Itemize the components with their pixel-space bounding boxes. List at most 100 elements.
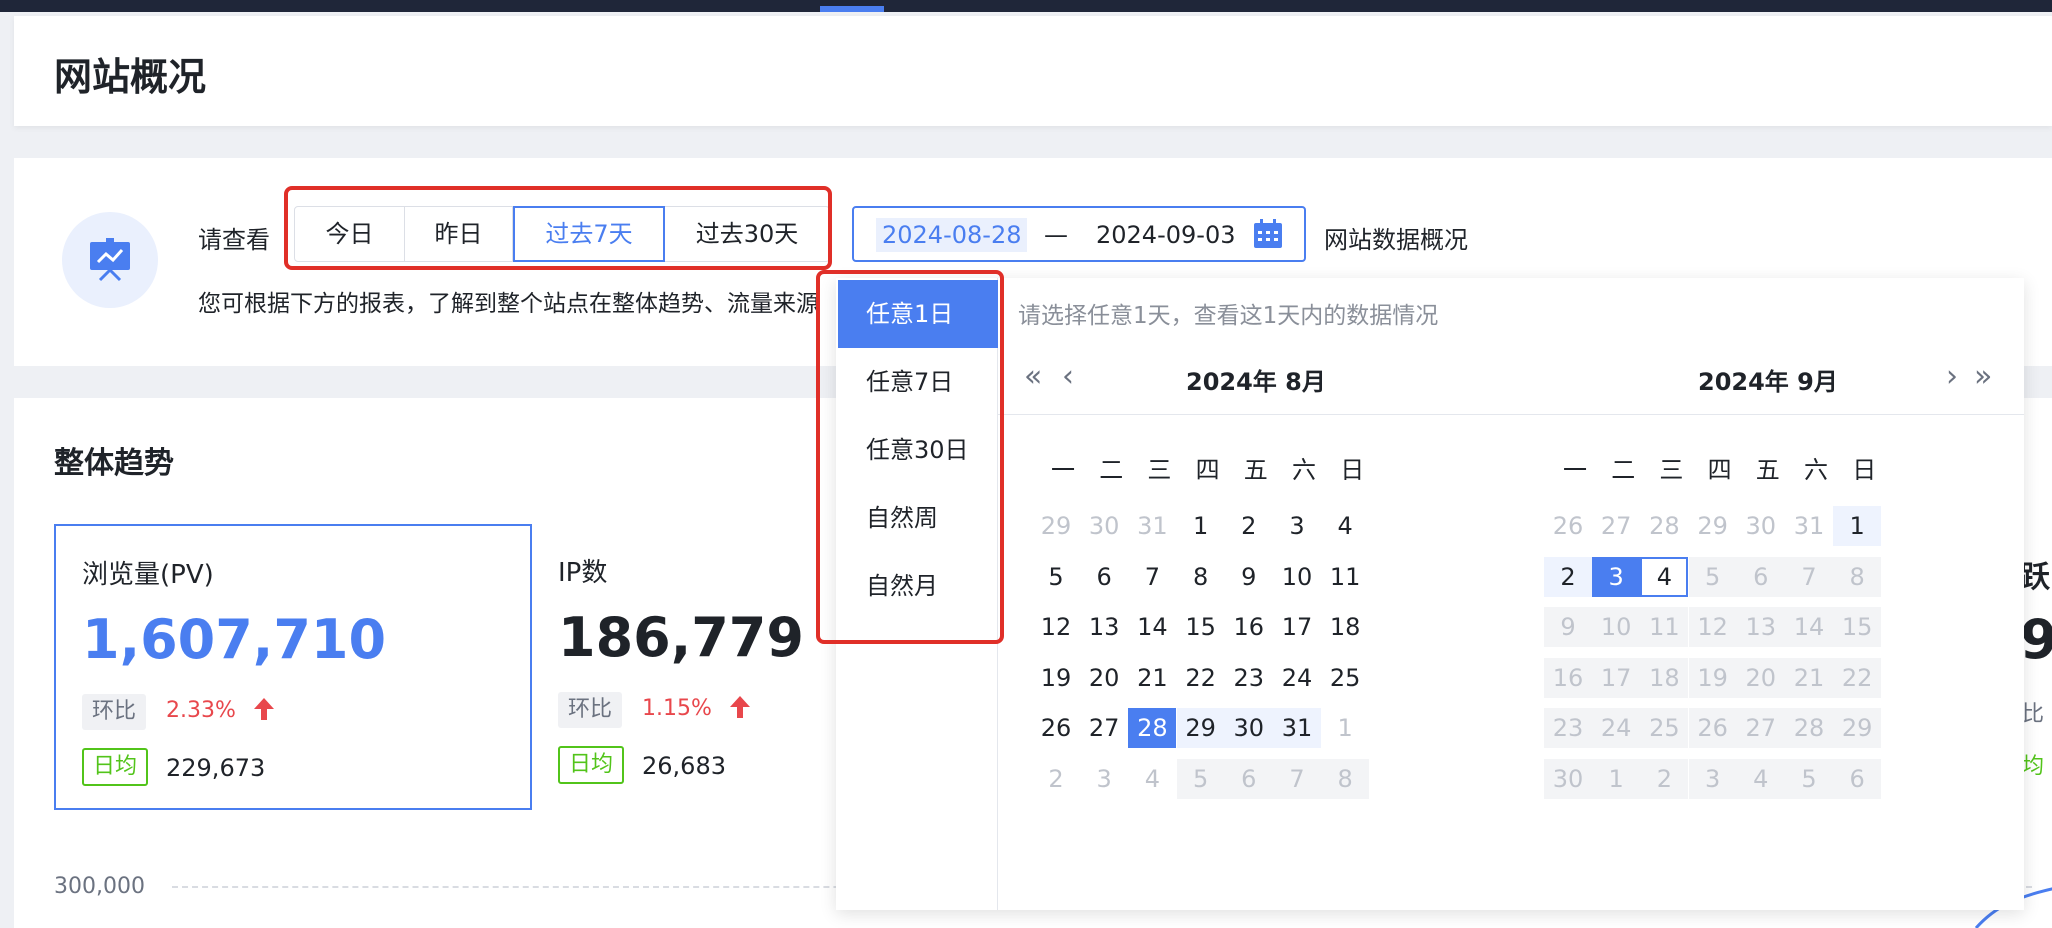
calendar-day[interactable]: 8 — [1321, 758, 1370, 799]
calendar-day[interactable]: 7 — [1273, 758, 1321, 799]
calendar-day[interactable]: 5 — [1785, 758, 1833, 799]
calendar-day[interactable]: 31 — [1128, 506, 1176, 546]
calendar-day[interactable]: 29 — [1032, 506, 1080, 546]
calendar-day[interactable]: 14 — [1128, 607, 1176, 647]
daily-avg-value: 26,683 — [642, 752, 726, 780]
calendar-icon[interactable] — [1252, 218, 1284, 250]
calendar-day[interactable]: 24 — [1592, 708, 1641, 748]
calendar-day[interactable]: 4 — [1321, 506, 1369, 546]
calendar-day[interactable]: 5 — [1688, 556, 1737, 597]
calendar-day[interactable]: 19 — [1688, 657, 1737, 698]
calendar-day[interactable]: 9 — [1544, 607, 1592, 647]
calendar-day[interactable]: 28 — [1128, 708, 1177, 748]
calendar-day[interactable]: 12 — [1688, 607, 1737, 647]
prev-year-icon[interactable]: « — [1024, 362, 1042, 392]
calendar-day[interactable]: 5 — [1176, 758, 1225, 799]
calendar-day[interactable]: 2 — [1544, 556, 1592, 597]
calendar-day[interactable]: 12 — [1032, 607, 1080, 647]
calendar-day[interactable]: 18 — [1640, 657, 1689, 698]
calendar-day[interactable]: 1 — [1833, 506, 1882, 546]
calendar-day[interactable]: 30 — [1544, 758, 1592, 799]
calendar-day[interactable]: 20 — [1080, 658, 1128, 698]
calendar-day[interactable]: 21 — [1128, 658, 1176, 698]
calendar-day[interactable]: 29 — [1833, 708, 1882, 748]
calendar-day[interactable]: 5 — [1032, 557, 1080, 597]
prev-month-icon[interactable]: ‹ — [1062, 362, 1074, 392]
calendar-day[interactable]: 17 — [1592, 657, 1641, 698]
calendar-day[interactable]: 13 — [1736, 607, 1785, 647]
calendar-day[interactable]: 20 — [1736, 657, 1785, 698]
calendar-day[interactable]: 29 — [1176, 708, 1225, 748]
top-nav-bar — [0, 0, 2052, 12]
calendar-day[interactable]: 2 — [1225, 506, 1273, 546]
calendar-day[interactable]: 13 — [1080, 607, 1128, 647]
calendar-day[interactable]: 2 — [1032, 759, 1080, 799]
date-range-input[interactable]: 2024-08-28 — 2024-09-03 — [852, 206, 1306, 262]
calendar-day[interactable]: 8 — [1833, 556, 1882, 597]
calendar-day[interactable]: 7 — [1785, 556, 1833, 597]
calendar-day[interactable]: 17 — [1273, 607, 1321, 647]
calendar-day[interactable]: 7 — [1128, 557, 1176, 597]
calendar-day[interactable]: 23 — [1544, 708, 1592, 748]
date-picker-popup: 任意1日 任意7日 任意30日 自然周 自然月 请选择任意1天，查看这1天内的数… — [836, 278, 2024, 910]
calendar-day[interactable]: 3 — [1688, 758, 1737, 799]
right-month-title: 2024年 9月 — [1698, 368, 1838, 396]
calendar-day[interactable]: 11 — [1321, 557, 1369, 597]
calendar-day[interactable]: 6 — [1080, 557, 1128, 597]
calendar-day[interactable]: 28 — [1785, 708, 1833, 748]
calendar-day[interactable]: 15 — [1833, 607, 1882, 647]
calendar-day[interactable]: 6 — [1736, 556, 1785, 597]
calendar-day[interactable]: 6 — [1833, 758, 1882, 799]
calendar-day[interactable]: 1 — [1177, 506, 1225, 546]
calendar-day[interactable]: 27 — [1736, 708, 1785, 748]
calendar-day[interactable]: 14 — [1785, 607, 1833, 647]
partial-metric-value: 9 — [2020, 608, 2052, 671]
calendar-day[interactable]: 4 — [1128, 759, 1176, 799]
calendar-day[interactable]: 1 — [1321, 708, 1369, 748]
date-start[interactable]: 2024-08-28 — [876, 218, 1028, 252]
calendar-day[interactable]: 19 — [1032, 658, 1080, 698]
calendar-day[interactable]: 31 — [1785, 506, 1833, 546]
arrow-up-icon — [254, 698, 274, 720]
calendar-day[interactable]: 28 — [1640, 506, 1688, 546]
calendar-day[interactable]: 11 — [1640, 607, 1689, 647]
calendar-day[interactable]: 23 — [1225, 658, 1273, 698]
calendar-day[interactable]: 15 — [1177, 607, 1225, 647]
metric-card-pv[interactable]: 浏览量(PV) 1,607,710 环比 2.33% 日均 229,673 — [54, 524, 532, 810]
calendar-day[interactable]: 25 — [1640, 708, 1689, 748]
calendar-day[interactable]: 4 — [1640, 556, 1689, 597]
calendar-day[interactable]: 1 — [1592, 758, 1641, 799]
calendar-day[interactable]: 3 — [1080, 759, 1128, 799]
calendar-day[interactable]: 6 — [1224, 758, 1273, 799]
calendar-day[interactable]: 31 — [1273, 708, 1321, 748]
calendar-day[interactable]: 4 — [1736, 758, 1785, 799]
next-month-icon[interactable]: › — [1946, 362, 1958, 392]
calendar-day[interactable]: 10 — [1273, 557, 1321, 597]
calendar-day[interactable]: 3 — [1273, 506, 1321, 546]
calendar-day[interactable]: 30 — [1080, 506, 1128, 546]
calendar-day[interactable]: 16 — [1544, 657, 1592, 698]
calendar-day[interactable]: 3 — [1592, 556, 1641, 597]
calendar-day[interactable]: 26 — [1688, 708, 1737, 748]
calendar-day[interactable]: 22 — [1177, 658, 1225, 698]
calendar-day[interactable]: 27 — [1592, 506, 1640, 546]
calendar-day[interactable]: 8 — [1177, 557, 1225, 597]
date-end[interactable]: 2024-09-03 — [1096, 218, 1235, 252]
calendar-day[interactable]: 22 — [1833, 657, 1882, 698]
calendar-day[interactable]: 16 — [1225, 607, 1273, 647]
calendar-day[interactable]: 2 — [1640, 758, 1689, 799]
calendar-day[interactable]: 18 — [1321, 607, 1369, 647]
calendar-day[interactable]: 27 — [1080, 708, 1128, 748]
calendar-day[interactable]: 9 — [1225, 557, 1273, 597]
calendar-day[interactable]: 26 — [1544, 506, 1592, 546]
calendar-day[interactable]: 30 — [1737, 506, 1785, 546]
please-view-label: 请查看 — [198, 226, 270, 254]
calendar-day[interactable]: 30 — [1224, 708, 1273, 748]
calendar-day[interactable]: 25 — [1321, 658, 1369, 698]
calendar-day[interactable]: 29 — [1689, 506, 1737, 546]
calendar-day[interactable]: 24 — [1273, 658, 1321, 698]
calendar-day[interactable]: 21 — [1785, 657, 1833, 698]
calendar-day[interactable]: 26 — [1032, 708, 1080, 748]
calendar-day[interactable]: 10 — [1592, 607, 1641, 647]
next-year-icon[interactable]: » — [1974, 362, 1992, 392]
